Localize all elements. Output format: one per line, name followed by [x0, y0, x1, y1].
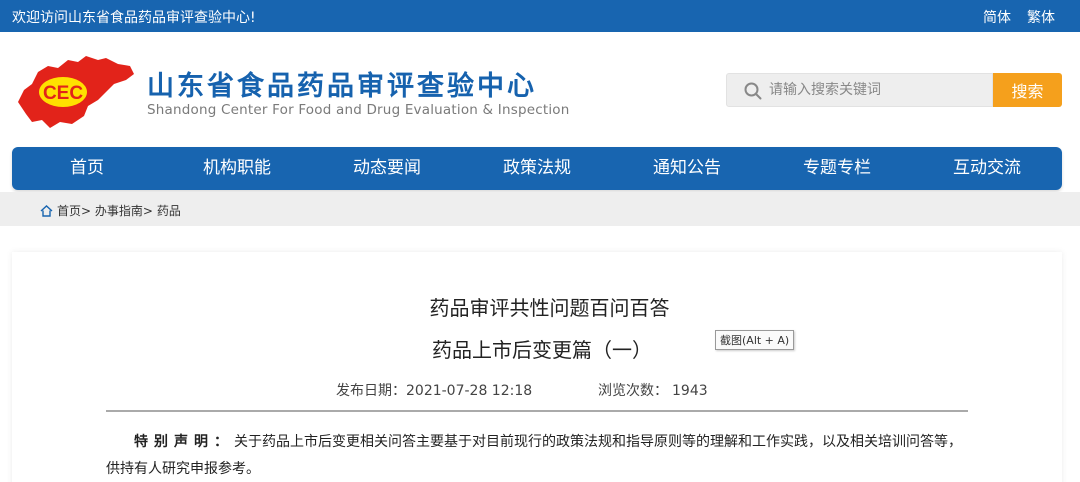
- main-nav: 首页 机构职能 动态要闻 政策法规 通知公告 专题专栏 互动交流: [12, 147, 1062, 190]
- breadcrumb-home[interactable]: 首页: [57, 204, 81, 218]
- view-count-value: 1943: [672, 383, 708, 399]
- screenshot-tooltip: 截图(Alt + A): [715, 330, 795, 350]
- publish-date-label: 发布日期：: [336, 383, 406, 399]
- home-icon: [40, 205, 53, 217]
- view-count-label: 浏览次数：: [598, 383, 668, 399]
- article-title: 药品审评共性问题百问百答: [429, 296, 670, 320]
- shandong-map-logo-icon: CEC: [18, 56, 134, 128]
- search-input[interactable]: [769, 74, 989, 106]
- search-icon: [744, 82, 762, 100]
- top-bar: 欢迎访问山东省食品药品审评查验中心! 简体 繁体: [0, 0, 1080, 32]
- nav-item-notices[interactable]: 通知公告: [612, 147, 762, 190]
- site-subtitle: Shandong Center For Food and Drug Evalua…: [147, 102, 570, 118]
- lang-traditional-link[interactable]: 繁体: [1027, 7, 1055, 27]
- special-notice-label: 特别声明：: [134, 434, 234, 450]
- special-notice-text: 关于药品上市后变更相关问答主要基于对目前现行的政策法规和指导原则等的理解和工作实…: [106, 434, 962, 477]
- publish-date: 发布日期：2021-07-28 12:18: [336, 380, 532, 400]
- breadcrumb-separator: >: [81, 204, 92, 218]
- breadcrumb-guide[interactable]: 办事指南: [95, 204, 143, 218]
- title-divider: [106, 410, 968, 412]
- nav-item-policies[interactable]: 政策法规: [462, 147, 612, 190]
- publish-date-value: 2021-07-28 12:18: [406, 383, 533, 399]
- breadcrumb-separator: >: [142, 204, 153, 218]
- nav-item-home[interactable]: 首页: [12, 147, 162, 190]
- welcome-text: 欢迎访问山东省食品药品审评查验中心!: [12, 10, 256, 26]
- nav-item-topics[interactable]: 专题专栏: [762, 147, 912, 190]
- site-header[interactable]: CEC 山东省食品药品审评查验中心 Shandong Center For Fo…: [14, 50, 574, 136]
- article-subtitle: 药品上市后变更篇（一）: [432, 338, 652, 362]
- breadcrumb-bar: 首页> 办事指南> 药品: [0, 192, 1080, 226]
- view-count: 浏览次数： 1943: [598, 380, 708, 400]
- search-button[interactable]: 搜索: [993, 73, 1062, 107]
- breadcrumb-drugs[interactable]: 药品: [157, 204, 181, 218]
- article-panel: 药品审评共性问题百问百答 药品上市后变更篇（一） 截图(Alt + A) 发布日…: [12, 252, 1062, 482]
- logo-text: CEC: [43, 83, 83, 104]
- search-box: [726, 73, 993, 107]
- special-notice: 特别声明：关于药品上市后变更相关问答主要基于对目前现行的政策法规和指导原则等的理…: [106, 429, 974, 482]
- nav-item-functions[interactable]: 机构职能: [162, 147, 312, 190]
- nav-item-interaction[interactable]: 互动交流: [912, 147, 1062, 190]
- nav-item-news[interactable]: 动态要闻: [312, 147, 462, 190]
- site-title: 山东省食品药品审评查验中心: [147, 71, 537, 102]
- breadcrumb: 首页> 办事指南> 药品: [40, 202, 181, 219]
- lang-simplified-link[interactable]: 简体: [983, 7, 1011, 27]
